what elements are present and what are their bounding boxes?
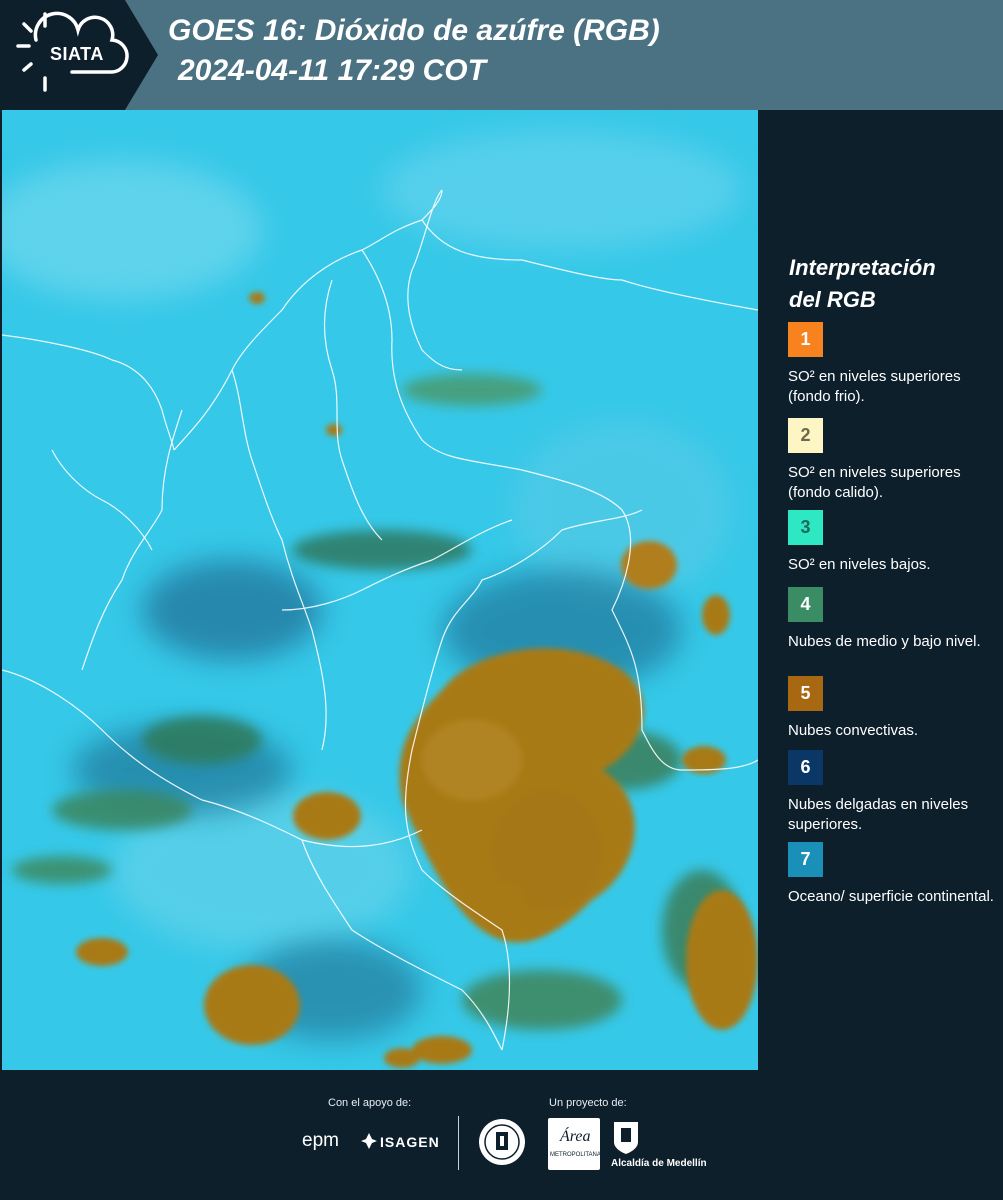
siata-wordmark: SIATA: [50, 44, 104, 64]
legend-item-2: 2 SO² en niveles superiores (fondo calid…: [788, 418, 998, 503]
alcaldia-name: Alcaldía de Medellín: [611, 1158, 707, 1169]
legend-item-1: 1 SO² en niveles superiores (fondo frio)…: [788, 322, 998, 407]
support-caption: Con el apoyo de:: [328, 1097, 412, 1109]
legend-title-line1: Interpretación: [789, 255, 936, 280]
siata-logo: SIATA: [0, 0, 158, 110]
legend-number-1: 1: [800, 329, 811, 349]
legend-text-1: SO² en niveles superiores (fondo frio).: [788, 368, 961, 405]
legend-swatch-2: 2: [788, 418, 823, 453]
legend-text-6: Nubes delgadas en niveles superiores.: [788, 796, 969, 833]
legend-swatch-4: 4: [788, 587, 823, 622]
legend-swatch-1: 1: [788, 322, 823, 357]
legend-item-3: 3 SO² en niveles bajos.: [788, 510, 998, 575]
legend-number-7: 7: [800, 849, 811, 869]
legend-text-3: SO² en niveles bajos.: [788, 556, 931, 573]
isagen-icon: [361, 1133, 377, 1149]
legend-item-6: 6 Nubes delgadas en niveles superiores.: [788, 750, 998, 835]
legend-number-4: 4: [800, 594, 811, 614]
legend-item-5: 5 Nubes convectivas.: [788, 676, 998, 741]
area-subtitle: METROPOLITANA: [550, 1152, 601, 1158]
legend-title: Interpretación del RGB: [789, 252, 989, 316]
medellin-seal-icon: [479, 1119, 525, 1165]
legend-number-6: 6: [800, 757, 811, 777]
footer-divider: [458, 1116, 459, 1170]
legend-swatch-6: 6: [788, 750, 823, 785]
alcaldia-shield-icon: [614, 1122, 638, 1154]
legend-text-7: Oceano/ superficie continental.: [788, 888, 994, 905]
footer: Con el apoyo de: Un proyecto de: epm ISA…: [0, 1070, 1003, 1200]
legend-panel: Interpretación del RGB 1 SO² en niveles …: [760, 110, 1003, 1070]
legend-text-4: Nubes de medio y bajo nivel.: [788, 633, 981, 650]
header: SIATA GOES 16: Dióxido de azúfre (RGB) 2…: [0, 0, 1003, 110]
legend-item-4: 4 Nubes de medio y bajo nivel.: [788, 587, 998, 652]
legend-title-line2: del RGB: [789, 287, 876, 312]
area-metropolitana-logo: Área METROPOLITANA: [548, 1118, 601, 1170]
page-title: GOES 16: Dióxido de azúfre (RGB): [168, 14, 660, 47]
legend-number-3: 3: [800, 517, 811, 537]
area-word: Área: [560, 1128, 591, 1145]
legend-number-5: 5: [800, 683, 811, 703]
map-image: [2, 110, 758, 1070]
legend-number-2: 2: [800, 425, 811, 445]
legend-item-7: 7 Oceano/ superficie continental.: [788, 842, 998, 907]
legend-text-2: SO² en niveles superiores (fondo calido)…: [788, 464, 961, 501]
image-datetime: 2024-04-11 17:29 COT: [178, 54, 486, 87]
legend-swatch-5: 5: [788, 676, 823, 711]
legend-swatch-3: 3: [788, 510, 823, 545]
isagen-logo: ISAGEN: [380, 1134, 440, 1150]
epm-logo: epm: [302, 1130, 339, 1151]
legend-text-5: Nubes convectivas.: [788, 722, 919, 739]
legend-swatch-7: 7: [788, 842, 823, 877]
project-caption: Un proyecto de:: [549, 1097, 627, 1109]
satellite-map: [2, 110, 758, 1070]
